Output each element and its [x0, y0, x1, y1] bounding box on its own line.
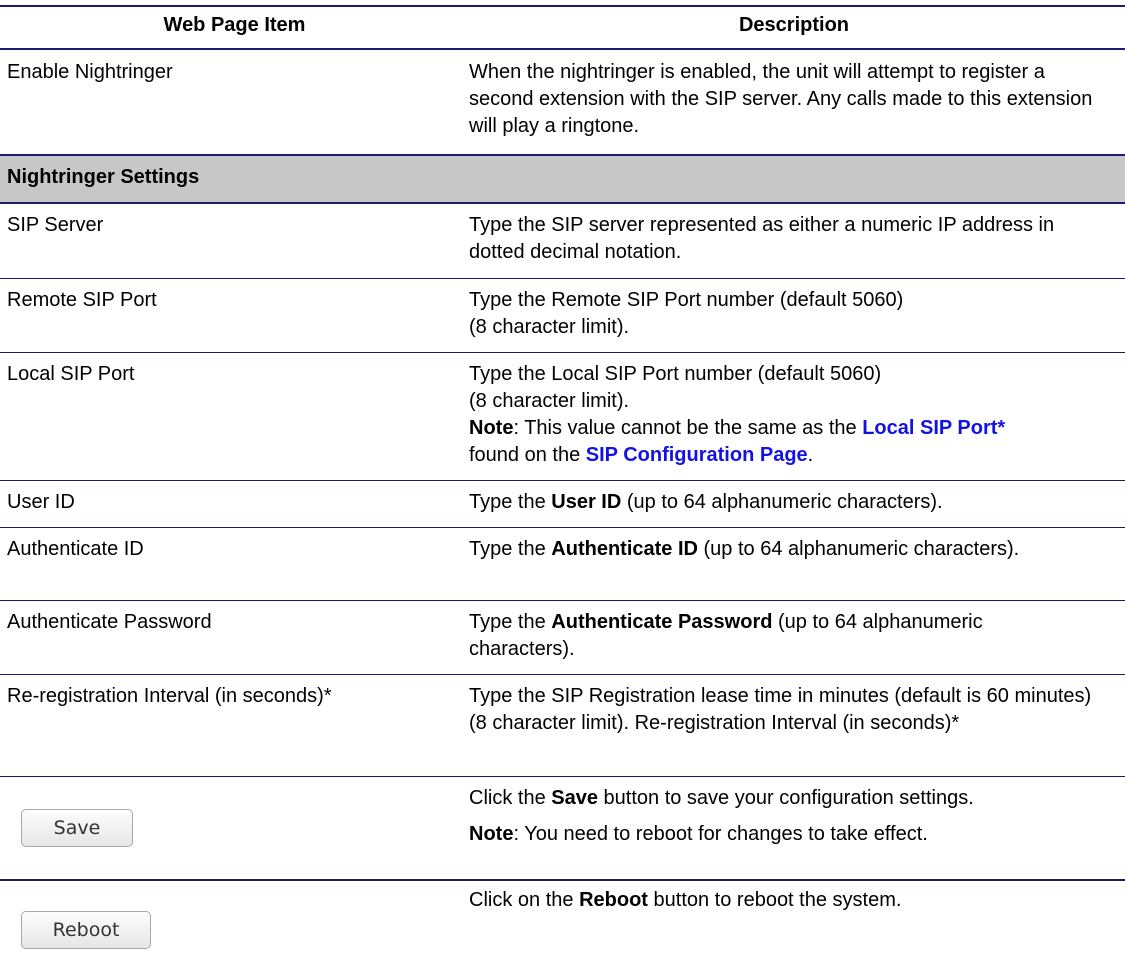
row-item-local-sip-port: Local SIP Port [7, 363, 135, 385]
desc-bold: Authenticate Password [551, 611, 773, 633]
desc-line: Type the Remote SIP Port number (default… [469, 289, 904, 311]
row-rule [0, 674, 1125, 675]
desc-text: (up to 64 alphanumeric characters). [621, 491, 943, 513]
header-rule [0, 48, 1125, 50]
column-header-description: Description [738, 14, 850, 36]
desc-text: Type the [469, 538, 552, 560]
row-rule [0, 480, 1125, 481]
row-desc-save: Click the Save button to save your confi… [469, 785, 1119, 848]
row-desc-user-id: Type the User ID (up to 64 alphanumeric … [469, 489, 1119, 516]
row-desc-enable-nightringer: When the nightringer is enabled, the uni… [469, 61, 1093, 137]
desc-bold: User ID [551, 491, 622, 513]
reboot-button[interactable]: Reboot [21, 911, 151, 949]
note-text: found on the [469, 444, 586, 466]
desc-line: (8 character limit). [469, 390, 630, 412]
sip-configuration-page-link[interactable]: SIP Configuration Page [586, 444, 808, 466]
row-desc-local-sip-port: Type the Local SIP Port number (default … [469, 361, 1119, 469]
desc-text: (up to 64 alphanumeric characters). [697, 538, 1020, 560]
row-item-reregistration-interval: Re-registration Interval (in seconds)* [7, 685, 332, 707]
note-label: Note [469, 417, 514, 439]
row-rule [0, 600, 1125, 601]
row-desc-authenticate-password: Type the Authenticate Password (up to 64… [469, 609, 1089, 663]
row-rule [0, 202, 1125, 204]
desc-bold: Reboot [579, 889, 648, 911]
note-label: Note [469, 823, 514, 845]
row-item-enable-nightringer: Enable Nightringer [7, 61, 173, 83]
row-desc-sip-server: Type the SIP server represented as eithe… [469, 214, 1055, 263]
row-desc-authenticate-id: Type the Authenticate ID (up to 64 alpha… [469, 536, 1069, 563]
row-item-user-id: User ID [7, 491, 75, 513]
note-text: : You need to reboot for changes to take… [513, 823, 928, 845]
note-line: Note: This value cannot be the same as t… [469, 415, 1119, 442]
desc-bold: Save [551, 787, 598, 809]
note-line: found on the SIP Configuration Page. [469, 442, 1119, 469]
row-rule [0, 527, 1125, 528]
desc-text: button to reboot the system. [647, 889, 902, 911]
note-line: Note: You need to reboot for changes to … [469, 821, 1119, 848]
column-header-item: Web Page Item [163, 14, 306, 36]
row-desc-reboot: Click on the Reboot button to reboot the… [469, 887, 1119, 914]
desc-bold: Authenticate ID [551, 538, 698, 560]
save-button[interactable]: Save [21, 809, 133, 847]
note-end: . [807, 444, 814, 466]
row-rule [0, 278, 1125, 279]
row-item-remote-sip-port: Remote SIP Port [7, 289, 157, 311]
row-desc-remote-sip-port: Type the Remote SIP Port number (default… [469, 287, 1119, 341]
note-text: : This value cannot be the same as the [513, 417, 863, 439]
desc-line: Click the Save button to save your confi… [469, 785, 1119, 812]
desc-text: Type the [469, 491, 552, 513]
desc-text: Type the [469, 611, 552, 633]
row-item-authenticate-id: Authenticate ID [7, 538, 144, 560]
desc-text: button to save your configuration settin… [597, 787, 974, 809]
row-rule [0, 776, 1125, 777]
desc-line: (8 character limit). [469, 316, 630, 338]
table-top-rule [0, 5, 1125, 7]
row-item-sip-server: SIP Server [7, 214, 104, 236]
row-desc-reregistration-interval: Type the SIP Registration lease time in … [469, 685, 1092, 734]
desc-line: Type the Local SIP Port number (default … [469, 363, 882, 385]
row-rule [0, 352, 1125, 353]
local-sip-port-link[interactable]: Local SIP Port* [862, 417, 1005, 439]
row-rule [0, 879, 1125, 881]
row-item-authenticate-password: Authenticate Password [7, 611, 212, 633]
section-title: Nightringer Settings [7, 166, 200, 188]
desc-text: Click the [469, 787, 552, 809]
desc-text: Click on the [469, 889, 580, 911]
